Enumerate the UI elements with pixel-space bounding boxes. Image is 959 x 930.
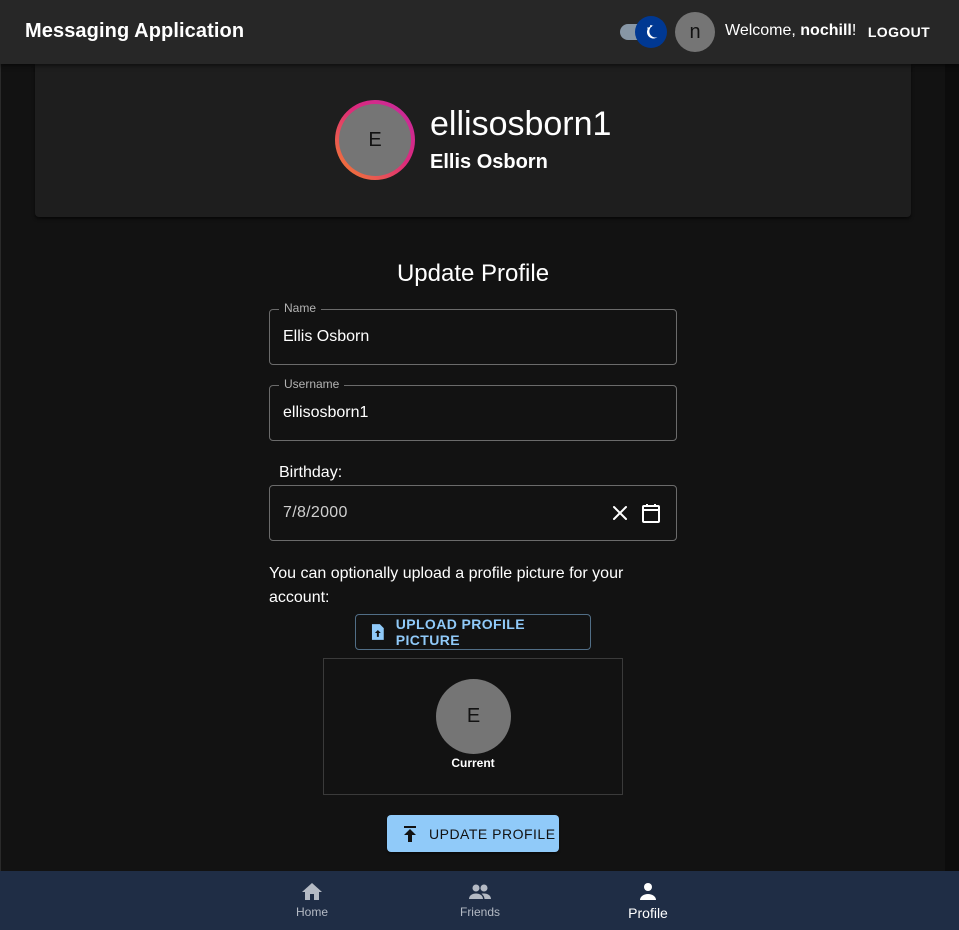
left-edge (0, 64, 1, 871)
name-field-label: Name (279, 301, 322, 315)
app-title: Messaging Application (25, 20, 245, 42)
person-icon (640, 883, 656, 900)
update-button-label: UPDATE PROFILE (429, 825, 556, 842)
calendar-icon[interactable] (640, 502, 662, 524)
upload-file-icon (371, 624, 384, 640)
publish-icon (404, 825, 416, 842)
upload-profile-picture-button[interactable]: UPLOAD PROFILE PICTURE (355, 614, 591, 650)
welcome-suffix: ! (851, 22, 857, 39)
clear-icon[interactable] (609, 502, 631, 524)
logout-button[interactable]: LOGOUT (862, 16, 936, 48)
nav-home[interactable]: Home (262, 871, 362, 930)
app-root: Messaging Application n Welcome, nochill… (0, 0, 959, 930)
name-input[interactable]: Ellis Osborn (283, 328, 369, 346)
birthday-date-field[interactable]: 7/8/2000 (269, 485, 677, 541)
avatar-gradient-ring: E (335, 100, 415, 180)
nav-friends[interactable]: Friends (430, 871, 530, 930)
birthday-input[interactable]: 7/8/2000 (283, 504, 348, 522)
welcome-message: Welcome, nochill! (725, 22, 856, 40)
toggle-thumb (635, 16, 667, 48)
profile-full-name: Ellis Osborn (430, 151, 548, 173)
dark-mode-toggle[interactable] (620, 16, 668, 49)
app-bar: Messaging Application n Welcome, nochill… (0, 0, 959, 64)
name-field[interactable]: Name Ellis Osborn (269, 301, 677, 365)
bottom-navigation: Home Friends Profile (0, 871, 959, 930)
profile-header-card: E ellisosborn1 Ellis Osborn (35, 64, 911, 217)
nav-profile[interactable]: Profile (598, 871, 698, 930)
moon-icon (646, 25, 658, 39)
upload-instructions: You can optionally upload a profile pict… (269, 565, 624, 606)
profile-avatar: E (339, 104, 411, 176)
preview-caption: Current (451, 756, 495, 770)
people-icon (469, 884, 491, 899)
upload-button-label: UPLOAD PROFILE PICTURE (395, 616, 525, 648)
home-icon (302, 883, 322, 900)
welcome-prefix: Welcome, (725, 22, 801, 39)
username-input[interactable]: ellisosborn1 (283, 404, 368, 422)
welcome-username: nochill (800, 22, 852, 39)
username-field[interactable]: Username ellisosborn1 (269, 377, 677, 441)
avatar-preview-box: E Current (323, 658, 623, 795)
nav-friends-label: Friends (459, 905, 500, 919)
user-avatar[interactable]: n (675, 12, 715, 52)
preview-avatar: E (436, 679, 511, 754)
update-profile-button[interactable]: UPDATE PROFILE (387, 815, 559, 852)
profile-username: ellisosborn1 (430, 105, 612, 143)
nav-home-label: Home (295, 905, 328, 919)
form-title: Update Profile (396, 260, 550, 287)
scrollbar-gutter (945, 64, 959, 871)
birthday-label: Birthday: (279, 464, 343, 481)
nav-profile-label: Profile (628, 905, 668, 921)
username-field-label: Username (279, 377, 345, 391)
